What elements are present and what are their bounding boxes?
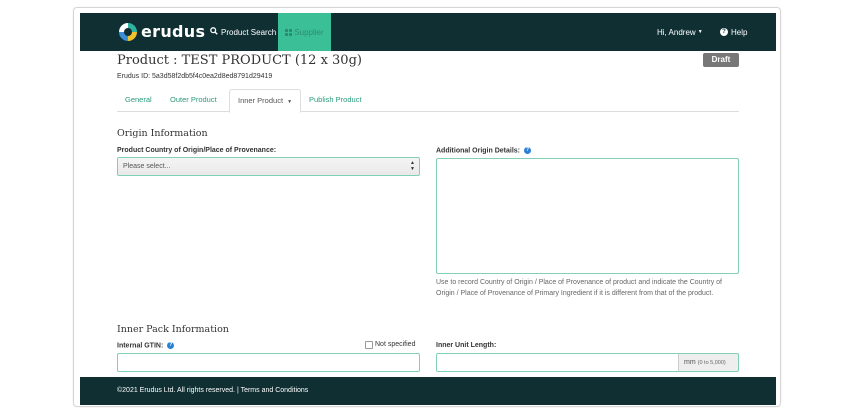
additional-origin-textarea[interactable]	[436, 158, 739, 274]
nav-product-search-label: Product Search	[221, 27, 277, 37]
internal-gtin-label-text: Internal GTIN:	[117, 342, 164, 350]
footer: ©2021 Erudus Ltd. All rights reserved. |…	[80, 377, 776, 405]
tab-outer-product[interactable]: Outer Product	[162, 89, 225, 112]
country-of-origin-label: Product Country of Origin/Place of Prove…	[117, 147, 277, 154]
erudus-logo-mark	[119, 22, 137, 41]
status-badge: Draft	[703, 53, 739, 67]
question-circle-icon[interactable]: ?	[523, 147, 531, 154]
question-circle-icon: ?	[720, 28, 728, 36]
internal-gtin-label: Internal GTIN: ?	[117, 342, 175, 350]
additional-origin-label-text: Additional Origin Details:	[436, 147, 521, 155]
nav-supplier[interactable]: Supplier	[278, 13, 331, 51]
not-specified-label: Not specified	[375, 341, 416, 348]
select-arrows-icon: ▲ ▼	[410, 160, 415, 172]
not-specified-checkbox[interactable]	[365, 341, 373, 349]
length-unit-addon: mm (0 to 5,000)	[678, 353, 739, 372]
origin-section-title: Origin Information	[117, 128, 208, 139]
tab-inner-product-label: Inner Product	[238, 96, 284, 105]
nav-product-search[interactable]: Product Search	[210, 13, 276, 51]
internal-gtin-input[interactable]	[117, 353, 420, 372]
question-circle-icon[interactable]: ?	[167, 342, 175, 349]
tab-publish-product[interactable]: Publish Product	[301, 89, 370, 112]
nav-help-label: Help	[731, 27, 748, 37]
caret-down-icon: ▼	[287, 99, 293, 105]
tab-inner-product[interactable]: Inner Product ▼	[229, 89, 302, 113]
search-icon	[210, 27, 218, 37]
inner-unit-length-label: Inner Unit Length:	[436, 342, 497, 349]
product-tabs: General Outer Product Inner Product ▼ Pu…	[117, 89, 739, 113]
tab-general[interactable]: General	[117, 89, 160, 112]
country-of-origin-value: Please select...	[123, 163, 171, 170]
erudus-logo[interactable]: erudus	[119, 22, 205, 41]
footer-text: ©2021 Erudus Ltd. All rights reserved. |…	[117, 387, 309, 394]
length-unit: mm	[684, 359, 696, 366]
country-of-origin-select[interactable]: Please select... ▲ ▼	[117, 157, 420, 176]
additional-origin-help: Use to record Country of Origin / Place …	[436, 279, 722, 297]
additional-origin-label: Additional Origin Details: ?	[436, 147, 531, 154]
inner-unit-length-input[interactable]	[436, 353, 679, 372]
top-navbar: erudus Product Search Supplier Hi, Andre…	[80, 13, 776, 51]
user-menu[interactable]: Hi, Andrew ▼	[657, 13, 703, 51]
brand-name: erudus	[141, 22, 206, 41]
page-title: Product : TEST PRODUCT (12 x 30g)	[117, 53, 362, 68]
erudus-id: Erudus ID: 5a3d58f2db5f4c0ea2d8ed8791d29…	[117, 73, 273, 80]
app-window: erudus Product Search Supplier Hi, Andre…	[73, 7, 781, 407]
nav-supplier-label: Supplier	[294, 27, 324, 37]
length-range: (0 to 5,000)	[697, 360, 726, 366]
inner-pack-section-title: Inner Pack Information	[117, 324, 229, 335]
grid-icon	[285, 28, 293, 36]
user-menu-label: Hi, Andrew	[657, 27, 696, 37]
caret-down-icon: ▼	[697, 29, 703, 35]
nav-help[interactable]: ? Help	[720, 13, 747, 51]
